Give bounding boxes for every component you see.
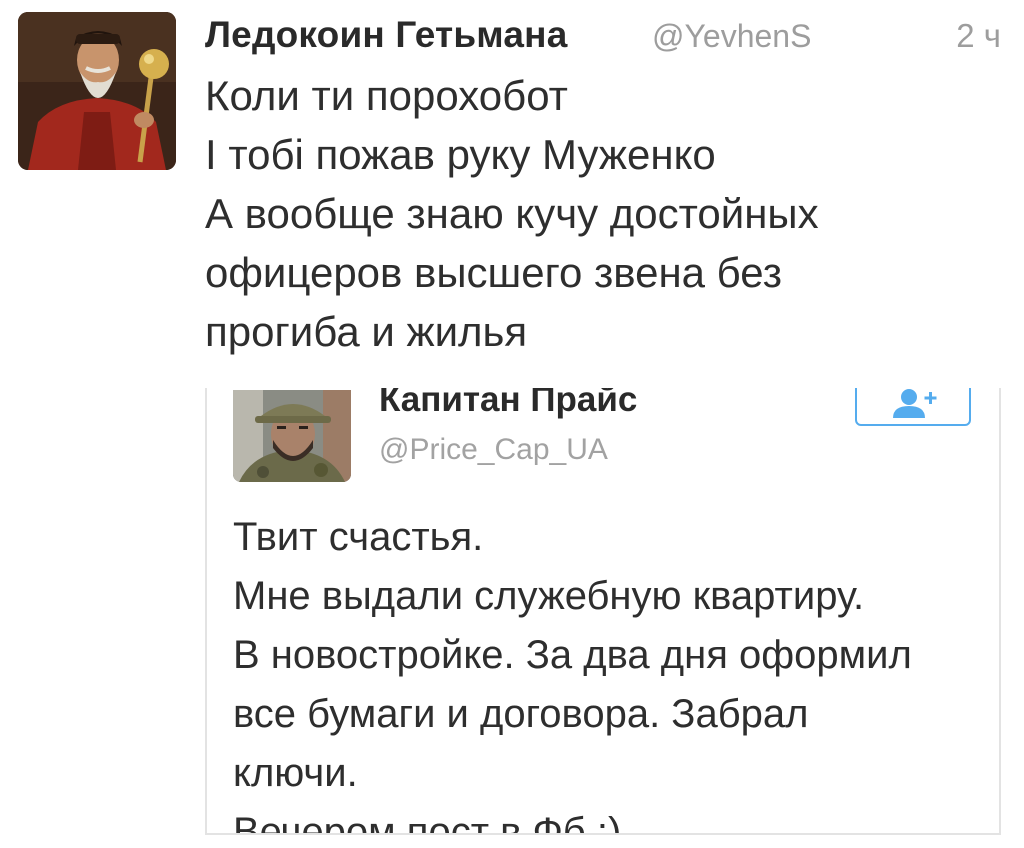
quoted-text-line: ключи. (233, 751, 358, 795)
quoted-tweet-card[interactable]: Капитан Прайс @Price_Cap_UA Твит счастья… (205, 388, 1001, 835)
tweet-text-line: І тобі пожав руку Муженко (205, 131, 716, 178)
author-handle[interactable]: @YevhenS (652, 15, 811, 57)
quoted-text-line: Твит счастья. (233, 515, 484, 559)
follow-button[interactable] (855, 388, 971, 426)
tweet-text-line: А вообще знаю кучу достойных (205, 190, 819, 237)
quoted-text-line: все бумаги и договора. Забрал (233, 692, 809, 736)
quoted-text-line: В новостройке. За два дня оформил (233, 633, 912, 677)
tweet-text-line: Коли ти порохобот (205, 72, 568, 119)
quoted-author-avatar[interactable] (233, 390, 351, 482)
tweet: Ледокоин Гетьмана @YevhenS 2 ч Коли ти п… (0, 0, 1024, 848)
soldier-photo-avatar (233, 390, 351, 482)
tweet-timestamp[interactable]: 2 ч (956, 15, 1001, 57)
tweet-text-line: прогиба и жилья (205, 308, 528, 355)
tweet-header: Ледокоин Гетьмана @YevhenS 2 ч (205, 12, 1005, 62)
quoted-author-display-name[interactable]: Капитан Прайс (379, 388, 637, 422)
portrait-hetman-avatar (18, 12, 176, 170)
quoted-text-line: Вечером пост в Фб :) (233, 810, 622, 835)
quoted-text-line: Мне выдали служебную квартиру. (233, 574, 865, 618)
author-display-name[interactable]: Ледокоин Гетьмана (205, 12, 567, 58)
tweet-text-line: офицеров высшего звена без (205, 249, 782, 296)
quoted-tweet-text: Твит счастья. Мне выдали служебную кварт… (233, 508, 993, 835)
quoted-author-handle[interactable]: @Price_Cap_UA (379, 430, 608, 470)
follow-user-plus-icon (893, 389, 937, 418)
author-avatar[interactable] (18, 12, 176, 170)
tweet-text: Коли ти порохобот І тобі пожав руку Муже… (205, 66, 1005, 361)
